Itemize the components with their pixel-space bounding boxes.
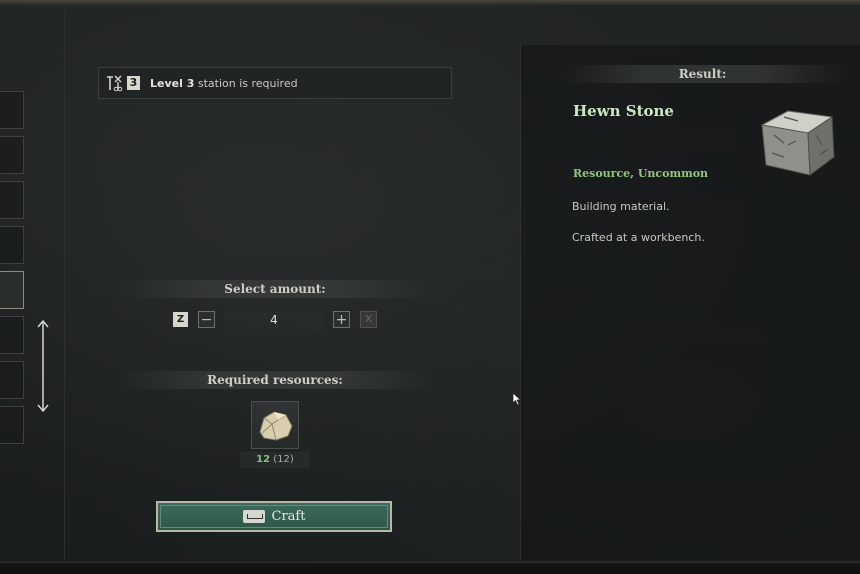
result-name: Hewn Stone xyxy=(573,102,674,120)
amount-input[interactable]: 4 xyxy=(224,310,324,330)
recipe-slot-selected[interactable] xyxy=(0,271,24,309)
mouse-cursor-icon xyxy=(512,392,522,406)
resource-need: (12) xyxy=(273,454,294,465)
requirement-text: Level 3 station is required xyxy=(150,77,298,90)
increase-button[interactable]: + xyxy=(333,311,350,328)
hewn-stone-icon xyxy=(760,110,835,176)
requirement-rest: station is required xyxy=(194,76,298,90)
max-button[interactable]: X xyxy=(360,311,377,328)
keyboard-icon xyxy=(242,510,265,523)
level-badge: 3 xyxy=(127,76,140,90)
hotkey-z: Z xyxy=(173,312,188,327)
bottom-frame xyxy=(0,562,860,574)
resource-count: 12 (12) xyxy=(240,452,310,468)
result-origin: Crafted at a workbench. xyxy=(572,231,705,244)
craft-label: Craft xyxy=(271,509,306,524)
resource-have: 12 xyxy=(256,454,271,465)
result-type: Resource, Uncommon xyxy=(573,167,709,180)
recipe-slot[interactable] xyxy=(0,361,24,399)
tools-icon xyxy=(107,75,123,92)
result-header: Result: xyxy=(560,65,845,83)
recipe-slot[interactable] xyxy=(0,91,24,129)
decrease-button[interactable]: − xyxy=(198,311,215,328)
recipe-slot[interactable] xyxy=(0,181,24,219)
recipe-slot[interactable] xyxy=(0,406,24,444)
stone-chunk-icon xyxy=(259,411,293,441)
scroll-arrow-icon[interactable] xyxy=(36,318,50,414)
top-frame xyxy=(0,0,860,5)
result-description: Building material. xyxy=(572,200,670,213)
select-amount-header: Select amount: xyxy=(118,280,432,298)
result-divider xyxy=(520,45,521,560)
recipe-slot[interactable] xyxy=(0,136,24,174)
craft-button[interactable]: Craft xyxy=(156,501,392,532)
list-divider xyxy=(64,10,65,560)
station-requirement: 3 Level 3 station is required xyxy=(98,67,452,99)
recipe-slot[interactable] xyxy=(0,226,24,264)
requirement-level: Level 3 xyxy=(150,76,195,90)
required-resources-header: Required resources: xyxy=(118,371,432,389)
resource-slot[interactable] xyxy=(251,401,299,449)
recipe-slot[interactable] xyxy=(0,316,24,354)
